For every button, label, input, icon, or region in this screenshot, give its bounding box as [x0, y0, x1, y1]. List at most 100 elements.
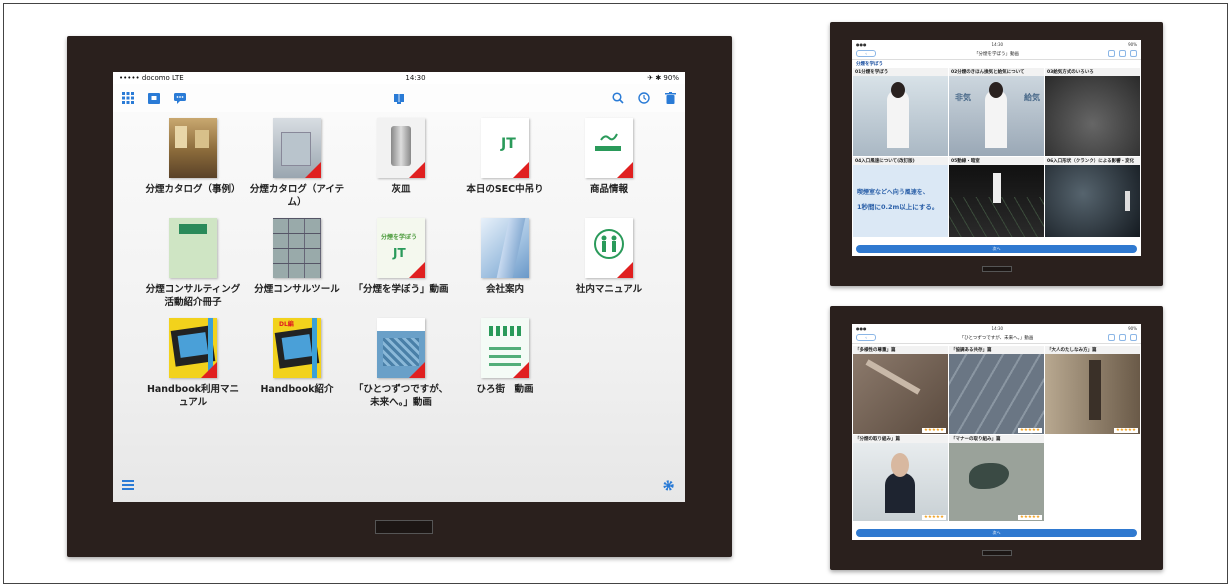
document-label: 「分煙を学ぼう」動画 [353, 284, 449, 295]
thumbnail-interior [169, 118, 217, 178]
document-item[interactable]: 灰皿 [349, 118, 453, 210]
home-button [982, 266, 1012, 272]
video-caption: 04入口風速について(改訂版) [853, 157, 948, 165]
video-caption: 02分煙のきほん換気と給気について [949, 68, 1044, 76]
thumbnail-learn-video: 分煙を学ぼう JT [377, 218, 425, 278]
book-logo-icon [392, 91, 406, 105]
video-thumbnail [853, 443, 948, 521]
chat-icon[interactable] [173, 91, 187, 105]
document-item[interactable]: Handbook利用マニュアル [141, 318, 245, 410]
home-button [982, 550, 1012, 556]
video-tile[interactable]: 05動線・暗室 [949, 157, 1044, 237]
video-tile[interactable]: 「多様性の尊重」篇 ★★★★★ [853, 346, 948, 434]
video-caption: 「マナーの取り組み」篇 [949, 435, 1044, 443]
document-label: ひろ街 動画 [476, 384, 534, 395]
carrier-text: ••••• docomo LTE [119, 74, 184, 82]
rating-stars: ★★★★★ [1017, 428, 1042, 433]
download-badge-icon [201, 362, 217, 378]
video-tile[interactable]: 04入口風速について(改訂版) 喫煙室などへ向う風速を、 1秒間に0.2m以上に… [853, 157, 948, 237]
trash-icon[interactable] [663, 91, 677, 105]
document-item[interactable]: 分煙を学ぼう JT 「分煙を学ぼう」動画 [349, 218, 453, 310]
video-tile[interactable]: 「大人のたしなみ方」篇 ★★★★★ [1045, 346, 1140, 434]
download-badge-icon [409, 262, 425, 278]
thumbnail-hiro-town [481, 318, 529, 378]
document-label: 会社案内 [485, 284, 524, 295]
document-label: 「ひとつずつですが、未来へ。」動画 [353, 384, 449, 408]
document-shelf: 分煙カタログ（事例） 分煙カタログ（アイテム） 灰皿 JT 本日のSEC中吊り … [113, 112, 685, 502]
gear-icon[interactable] [661, 478, 675, 492]
section-title: 分煙を学ぼう [856, 62, 883, 67]
document-label: 分煙コンサルティング活動紹介冊子 [145, 284, 241, 308]
document-label: 分煙コンサルツール [254, 284, 340, 295]
app-toolbar [113, 84, 685, 112]
document-label: 社内マニュアル [575, 284, 643, 295]
video-caption: 01分煙を学ぼう [853, 68, 948, 76]
video-caption: 「多様性の尊重」篇 [853, 346, 948, 354]
video-tile[interactable]: 「分煙の取り組み」篇 ★★★★★ [853, 435, 948, 521]
download-badge-icon [513, 162, 529, 178]
video-thumbnail [949, 165, 1044, 237]
download-badge-icon [617, 162, 633, 178]
history-clock-icon[interactable] [637, 91, 651, 105]
download-badge-icon [617, 262, 633, 278]
status-bar: ••••• docomo LTE 14:30 ✈ ✱ 90% [113, 72, 685, 84]
document-item[interactable]: DL編 Handbook紹介 [245, 318, 349, 410]
document-item[interactable]: ひろ街 動画 [453, 318, 557, 410]
document-label: 分煙カタログ（アイテム） [249, 184, 345, 208]
document-item[interactable]: 分煙コンサルティング活動紹介冊子 [141, 218, 245, 310]
mini-toolbar-icons [1108, 50, 1137, 57]
back-button[interactable]: ‹ [856, 334, 876, 341]
video-thumbnail [853, 76, 948, 156]
video-caption: 06入口形状（クランク）による影響・変化 [1045, 157, 1140, 165]
video-caption: 05動線・暗室 [949, 157, 1044, 165]
download-badge-icon [305, 162, 321, 178]
video-tile[interactable]: 01分煙を学ぼう [853, 68, 948, 156]
screen-title: 「ひとつずつですが、未来へ。」動画 [959, 335, 1034, 341]
thumbnail-green-booklet [169, 218, 217, 278]
video-thumbnail [1045, 76, 1140, 156]
video-tile[interactable]: 「マナーの取り組み」篇 ★★★★★ [949, 435, 1044, 521]
grid-view-icon[interactable] [121, 91, 135, 105]
video-screen-2: ●●● 14:30 90% ‹ 「ひとつずつですが、未来へ。」動画 「多様性の尊重」… [852, 324, 1141, 540]
video-grid: 「多様性の尊重」篇 ★★★★★ 「協調ある共存」篇 ★★★★★ 「大人のたしなみ… [852, 346, 1141, 526]
video-thumbnail [949, 354, 1044, 434]
dl-badge-label: DL編 [279, 321, 294, 328]
document-item[interactable]: 分煙カタログ（事例） [141, 118, 245, 210]
next-button[interactable]: 次へ [856, 245, 1137, 253]
video-tile[interactable]: 02分煙のきほん換気と給気について 非気 給気 [949, 68, 1044, 156]
video-tile[interactable]: 06入口形状（クランク）による影響・変化 [1045, 157, 1140, 237]
video-screen-1: ●●● 14:30 90% ‹ 「分煙を学ぼう」動画 分煙を学ぼう 01分煙を学ぼう… [852, 40, 1141, 256]
thumbnail-map-blue [377, 318, 425, 378]
document-item[interactable]: 分煙コンサルツール [245, 218, 349, 310]
search-icon[interactable] [611, 91, 625, 105]
video-tile[interactable]: 「協調ある共存」篇 ★★★★★ [949, 346, 1044, 434]
empty-slot [1045, 435, 1140, 521]
document-item[interactable]: 商品情報 [557, 118, 661, 210]
thumbnail-cigarette [585, 118, 633, 178]
tablet-main: ••••• docomo LTE 14:30 ✈ ✱ 90% 分煙カタログ（事例… [67, 36, 732, 557]
slide-text-b: 1秒間に0.2m以上にする。 [857, 203, 939, 211]
app-screen: ••••• docomo LTE 14:30 ✈ ✱ 90% 分煙カタログ（事例… [113, 72, 685, 502]
thumbnail-people [585, 218, 633, 278]
menu-list-icon[interactable] [121, 478, 135, 492]
home-button [375, 520, 433, 534]
document-item[interactable]: 社内マニュアル [557, 218, 661, 310]
back-button[interactable]: ‹ [856, 50, 876, 57]
thumbnail-grid-tool [273, 218, 321, 278]
clock-text: 14:30 [405, 74, 426, 82]
slides-icon[interactable] [147, 91, 161, 105]
download-badge-icon [409, 362, 425, 378]
video-caption: 「協調ある共存」篇 [949, 346, 1044, 354]
document-item[interactable]: 「ひとつずつですが、未来へ。」動画 [349, 318, 453, 410]
document-item[interactable]: 分煙カタログ（アイテム） [245, 118, 349, 210]
document-label: 商品情報 [589, 184, 628, 195]
next-button[interactable]: 次へ [856, 529, 1137, 537]
document-label: 本日のSEC中吊り [466, 184, 544, 195]
document-item[interactable]: 会社案内 [453, 218, 557, 310]
video-thumbnail [1045, 354, 1140, 434]
document-item[interactable]: JT 本日のSEC中吊り [453, 118, 557, 210]
video-tile[interactable]: 03給気方式のいろいろ [1045, 68, 1140, 156]
mini-status-bar: ●●● 14:30 90% [856, 325, 1137, 331]
mini-nav-bar: ‹ 「分煙を学ぼう」動画 [852, 48, 1141, 60]
thumbnail-ashtray [377, 118, 425, 178]
